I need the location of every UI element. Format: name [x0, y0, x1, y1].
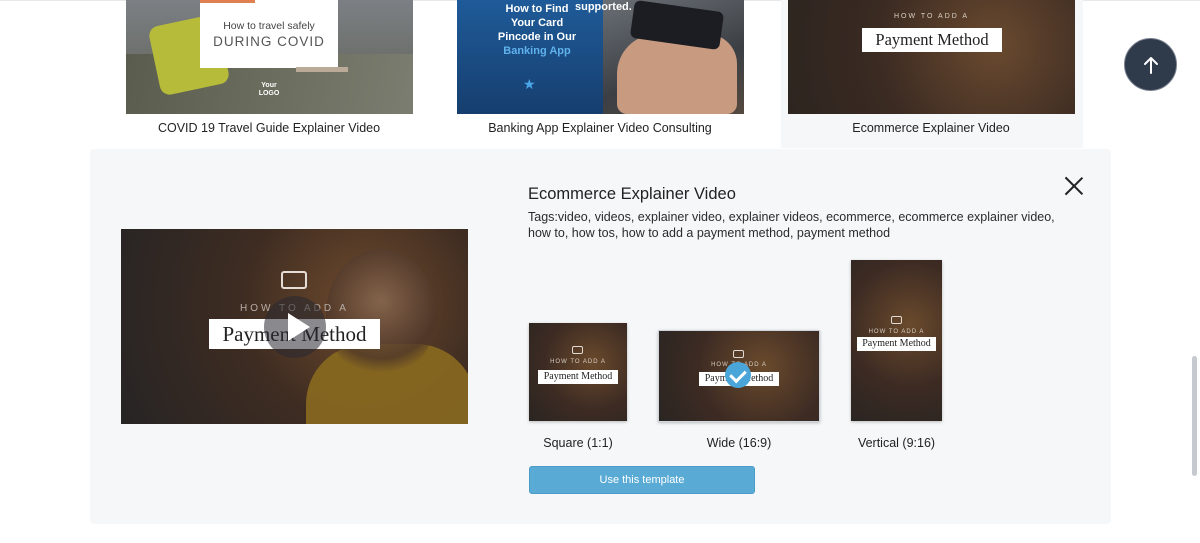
thumbnail-title: Payment Method: [862, 28, 1002, 52]
thumbnail-subtitle: How to travel safely: [223, 20, 315, 32]
panel-title: Ecommerce Explainer Video: [528, 185, 736, 203]
credit-card-icon: [891, 316, 902, 324]
accent-strip: [200, 0, 255, 3]
template-card-ecommerce-thumbnail[interactable]: HOW TO ADD A Payment Method: [788, 0, 1075, 114]
format-title: Payment Method: [857, 337, 936, 351]
scroll-to-top-button[interactable]: [1124, 38, 1177, 91]
star-icon: ★: [523, 76, 536, 92]
template-card-covid-thumbnail[interactable]: How to travel safely DURING COVID Your LO…: [126, 0, 413, 114]
credit-card-icon: [733, 350, 744, 358]
template-card-label-banking[interactable]: Banking App Explainer Video Consulting: [450, 121, 750, 135]
credit-card-icon: [281, 271, 307, 289]
video-preview[interactable]: HOW TO ADD A Payment Method: [121, 229, 468, 424]
template-card-banking-thumbnail[interactable]: How to Find Your Card Pincode in Our Ban…: [457, 0, 744, 114]
play-icon[interactable]: [264, 296, 326, 358]
format-subtitle: HOW TO ADD A: [868, 329, 925, 335]
format-option-square[interactable]: HOW TO ADD A Payment Method: [529, 323, 627, 421]
format-option-vertical[interactable]: HOW TO ADD A Payment Method: [851, 260, 942, 421]
close-icon[interactable]: [1064, 176, 1084, 196]
accent-bar: [296, 67, 348, 72]
template-card-label-ecommerce[interactable]: Ecommerce Explainer Video: [781, 121, 1081, 135]
arrow-up-icon: [1143, 56, 1158, 74]
template-card-label-covid[interactable]: COVID 19 Travel Guide Explainer Video: [119, 121, 419, 135]
panel-tags: Tags:video, videos, explainer video, exp…: [528, 210, 1055, 240]
thumbnail-subtitle: HOW TO ADD A: [893, 13, 970, 20]
use-template-button[interactable]: Use this template: [529, 466, 755, 494]
credit-card-icon: [572, 346, 583, 354]
selected-check-icon: [725, 362, 751, 388]
format-label-wide[interactable]: Wide (16:9): [658, 436, 820, 450]
format-subtitle: HOW TO ADD A: [550, 359, 606, 365]
preview-figure: [326, 249, 436, 379]
logo-placeholder: Your LOGO: [258, 82, 280, 97]
thumbnail-title: DURING COVID: [213, 34, 325, 49]
thumbnail-caption: supported.: [575, 1, 632, 13]
format-label-vertical[interactable]: Vertical (9:16): [844, 436, 949, 450]
format-label-square[interactable]: Square (1:1): [529, 436, 627, 450]
format-title: Payment Method: [538, 370, 618, 384]
page-scrollbar-thumb[interactable]: [1192, 356, 1197, 476]
